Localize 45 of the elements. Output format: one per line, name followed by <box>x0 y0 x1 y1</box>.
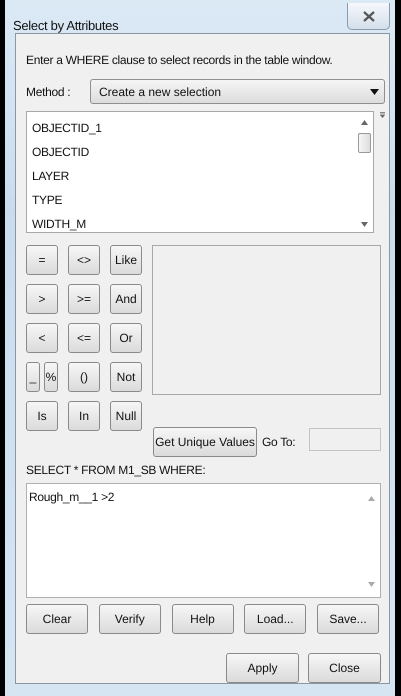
method-dropdown[interactable]: Create a new selection <box>90 79 385 104</box>
operator-button[interactable]: Or <box>110 323 142 353</box>
action-button[interactable]: Save... <box>317 604 379 634</box>
operator-button[interactable]: In <box>68 401 100 431</box>
field-item[interactable]: OBJECTID_1 <box>32 116 356 140</box>
get-unique-values-button[interactable]: Get Unique Values <box>153 427 257 457</box>
operator-button[interactable]: Is <box>26 401 58 431</box>
scroll-thumb[interactable] <box>358 133 371 153</box>
action-button[interactable]: Clear <box>26 604 88 634</box>
go-to-field[interactable] <box>309 428 381 450</box>
action-button[interactable]: Verify <box>98 604 161 634</box>
operator-button[interactable]: () <box>68 362 100 392</box>
dialog-button[interactable]: Apply <box>226 653 299 683</box>
operator-button[interactable]: > <box>26 284 58 314</box>
field-list[interactable]: OBJECTID_1 OBJECTID LAYER TYPE WIDTH_M <box>26 111 374 233</box>
field-item[interactable]: LAYER <box>32 164 356 188</box>
go-to-label: Go To: <box>262 435 296 449</box>
operator-button[interactable]: And <box>110 284 142 314</box>
operator-button[interactable]: < <box>26 323 58 353</box>
operator-button[interactable]: <> <box>68 245 100 275</box>
operator-button[interactable]: Like <box>110 245 142 275</box>
instruction-text: Enter a WHERE clause to select records in the table window. <box>26 53 334 67</box>
operator-button[interactable]: Null <box>110 401 142 431</box>
query-label: SELECT * FROM M1_SB WHERE: <box>26 463 206 477</box>
unique-values-list[interactable] <box>152 245 381 395</box>
close-icon <box>362 10 374 22</box>
scroll-up-icon[interactable] <box>361 120 368 125</box>
field-item[interactable]: OBJECTID <box>32 140 356 164</box>
operator-button[interactable]: >= <box>68 284 100 314</box>
action-button[interactable]: Load... <box>244 604 306 634</box>
dialog-button[interactable]: Close <box>308 653 381 683</box>
dropdown-caret-icon <box>370 88 379 94</box>
operator-button[interactable]: <= <box>68 323 100 353</box>
operator-button[interactable]: Not <box>110 362 142 392</box>
action-button[interactable]: Help <box>172 604 234 634</box>
method-label: Method : <box>26 84 72 98</box>
operator-button[interactable]: = <box>26 245 58 275</box>
splitter-grip-icon[interactable] <box>380 112 385 118</box>
close-button[interactable] <box>347 3 390 30</box>
window-title: Select by Attributes <box>13 18 118 33</box>
operator-button[interactable]: _ <box>26 362 40 392</box>
field-item[interactable]: WIDTH_M <box>32 212 356 236</box>
operator-button[interactable]: % <box>44 362 58 392</box>
scroll-down-icon[interactable] <box>361 222 368 227</box>
field-item[interactable]: TYPE <box>32 188 356 212</box>
